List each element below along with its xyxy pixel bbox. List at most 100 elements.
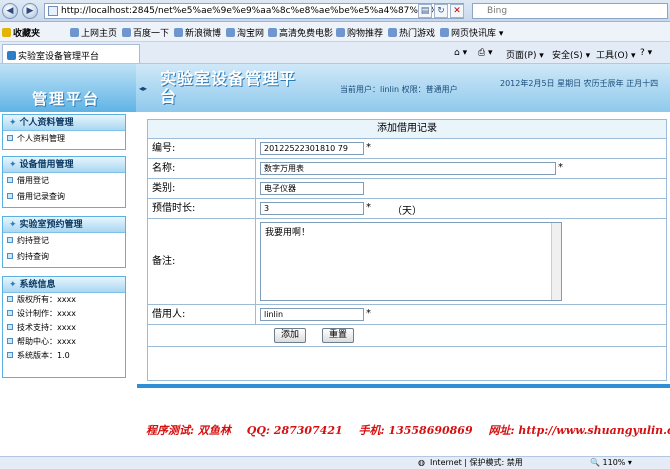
required-mark: * [558, 162, 563, 173]
footer-phone: 手机: 13558690869 [358, 424, 473, 437]
sidebar-group-title[interactable]: ✦ 个人资料管理 [3, 115, 125, 131]
address-input[interactable]: http://localhost:2845/net%e5%ae%9e%e9%aa… [44, 3, 464, 19]
browser-tab[interactable]: 实验室设备管理平台 [2, 44, 140, 63]
sidebar-group-reservation: ✦ 实验室预约管理 约持登记 约持查询 [2, 216, 126, 268]
star-icon: ✦ [9, 220, 17, 230]
form-row-category: 类别: 电子仪器 [148, 179, 666, 199]
page-icon [388, 28, 397, 37]
sidebar-toggle-icon[interactable]: ◂▸ [139, 84, 147, 93]
favorite-link[interactable]: 淘宝网 [226, 26, 264, 39]
brand-panel: 管理平台 [0, 64, 136, 112]
favorite-link[interactable]: 百度一下 [122, 26, 169, 39]
star-icon [2, 28, 11, 37]
bullet-icon [7, 324, 13, 330]
bullet-icon [7, 296, 13, 302]
duration-field[interactable]: 3 [260, 202, 364, 215]
field-label: 名称: [148, 159, 256, 178]
favorite-link[interactable]: 购物推荐 [336, 26, 383, 39]
globe-icon [336, 28, 345, 37]
main-content: 添加借用记录 编号: 20122522301810 79 * 名称: 数字万用表… [137, 114, 670, 386]
required-mark: * [366, 202, 371, 213]
page-icon [226, 28, 235, 37]
sidebar-group-profile: ✦ 个人资料管理 个人资料管理 [2, 114, 126, 150]
sidebar-item-profile[interactable]: 个人资料管理 [3, 131, 125, 147]
date-info: 2012年2月5日 星期日 农历壬辰年 正月十四 [500, 79, 659, 88]
stop-icon[interactable]: ✕ [450, 4, 464, 18]
page-icon [48, 6, 58, 16]
app-title: 实验室设备管理平台 [160, 69, 297, 106]
star-icon: ✦ [9, 160, 17, 170]
remark-textarea[interactable]: 我要用啊！ [260, 222, 562, 301]
menu-tools[interactable]: 工具(O) ▾ [596, 48, 636, 61]
sidebar-group-title[interactable]: ✦ 实验室预约管理 [3, 217, 125, 233]
app-header: 管理平台 ◂▸ 实验室设备管理平台 当前用户：linlin 权限：普通用户 20… [0, 64, 670, 112]
bullet-icon [7, 177, 13, 183]
sidebar-group-sysinfo: ✦ 系统信息 版权所有：xxxx 设计制作：xxxx 技术支持：xxxx 帮助中心… [2, 276, 126, 378]
form-row-id: 编号: 20122522301810 79 * [148, 139, 666, 159]
bullet-icon [7, 237, 13, 243]
sidebar-item-borrow-query[interactable]: 借用记录查询 [3, 189, 125, 205]
status-bar: ◍ Internet | 保护模式: 禁用 🔍 110% ▾ [0, 456, 670, 469]
user-info: 当前用户：linlin 权限：普通用户 [340, 85, 458, 94]
page-icon [122, 28, 131, 37]
favorites-bar: 收藏夹 上网主页 百度一下 新浪微博 淘宝网 高清免费电影 购物推荐 热门游戏 … [0, 22, 670, 42]
browser-address-bar: ◀ ▶ http://localhost:2845/net%e5%ae%9e%e… [0, 0, 670, 22]
borrower-field[interactable]: linlin [260, 308, 364, 321]
page-icon [70, 28, 79, 37]
textarea-scrollbar[interactable] [551, 223, 561, 300]
search-placeholder: Bing [487, 6, 508, 16]
sidebar: ✦ 个人资料管理 个人资料管理 ✦ 设备借用管理 借用登记 借用记录查询 ✦ 实验室预… [0, 112, 130, 412]
add-button[interactable]: 添加 [274, 328, 306, 343]
id-field[interactable]: 20122522301810 79 [260, 142, 364, 155]
menu-page[interactable]: 页面(P) ▾ [506, 48, 544, 61]
field-label: 类别: [148, 179, 256, 198]
required-mark: * [366, 308, 371, 319]
tab-bar: 实验室设备管理平台 ⌂ ▾ ⎙ ▾ 页面(P) ▾ 安全(S) ▾ 工具(O) … [0, 42, 670, 64]
bullet-icon [7, 193, 13, 199]
favorite-link[interactable]: 上网主页 [70, 26, 117, 39]
bullet-icon [7, 135, 13, 141]
favorites-button[interactable]: 收藏夹 [2, 26, 40, 39]
sidebar-item-reserve-register[interactable]: 约持登记 [3, 233, 125, 249]
feed-icon [440, 28, 449, 37]
menu-safety[interactable]: 安全(S) ▾ [552, 48, 590, 61]
field-label: 预借时长: [148, 199, 256, 218]
forward-button[interactable]: ▶ [22, 3, 38, 19]
favorite-link[interactable]: 热门游戏 [388, 26, 435, 39]
favorite-link[interactable]: 网页快讯库 ▾ [440, 26, 503, 39]
sysinfo-item: 帮助中心：xxxx [3, 335, 125, 349]
print-icon[interactable]: ⎙ ▾ [478, 48, 493, 58]
category-field[interactable]: 电子仪器 [260, 182, 364, 195]
favorite-link[interactable]: 新浪微博 [174, 26, 221, 39]
field-label: 备注: [148, 219, 256, 304]
bullet-icon [7, 352, 13, 358]
zoom-control[interactable]: 🔍 110% ▾ [590, 457, 632, 469]
bullet-icon [7, 253, 13, 259]
star-icon: ✦ [9, 280, 17, 290]
address-text: http://localhost:2845/net%e5%ae%9e%e9%aa… [61, 6, 438, 16]
sidebar-group-title: ✦ 系统信息 [3, 277, 125, 293]
compat-view-icon[interactable]: ▤ [418, 4, 432, 18]
sysinfo-item: 技术支持：xxxx [3, 321, 125, 335]
form-row-remark: 备注: 我要用啊！ [148, 219, 666, 305]
field-label: 编号: [148, 139, 256, 158]
sidebar-group-title[interactable]: ✦ 设备借用管理 [3, 157, 125, 173]
help-icon[interactable]: ? ▾ [640, 48, 652, 58]
field-label: 借用人: [148, 305, 256, 324]
app: 管理平台 ◂▸ 实验室设备管理平台 当前用户：linlin 权限：普通用户 20… [0, 64, 670, 456]
form-title: 添加借用记录 [148, 120, 666, 139]
sidebar-item-borrow-register[interactable]: 借用登记 [3, 173, 125, 189]
name-field[interactable]: 数字万用表 [260, 162, 556, 175]
reset-button[interactable]: 重置 [322, 328, 354, 343]
bullet-icon [7, 338, 13, 344]
back-button[interactable]: ◀ [2, 3, 18, 19]
sidebar-item-reserve-query[interactable]: 约持查询 [3, 249, 125, 265]
home-icon[interactable]: ⌂ ▾ [454, 48, 467, 58]
form-row-name: 名称: 数字万用表 * [148, 159, 666, 179]
refresh-icon[interactable]: ↻ [434, 4, 448, 18]
footer-credits: 程序测试: 双鱼林 QQ: 287307421 手机: 13558690869 … [146, 422, 670, 438]
star-icon: ✦ [9, 118, 17, 128]
globe-icon: ◍ [418, 458, 425, 467]
search-input[interactable]: Bing [472, 3, 668, 19]
favorite-link[interactable]: 高清免费电影 [268, 26, 333, 39]
